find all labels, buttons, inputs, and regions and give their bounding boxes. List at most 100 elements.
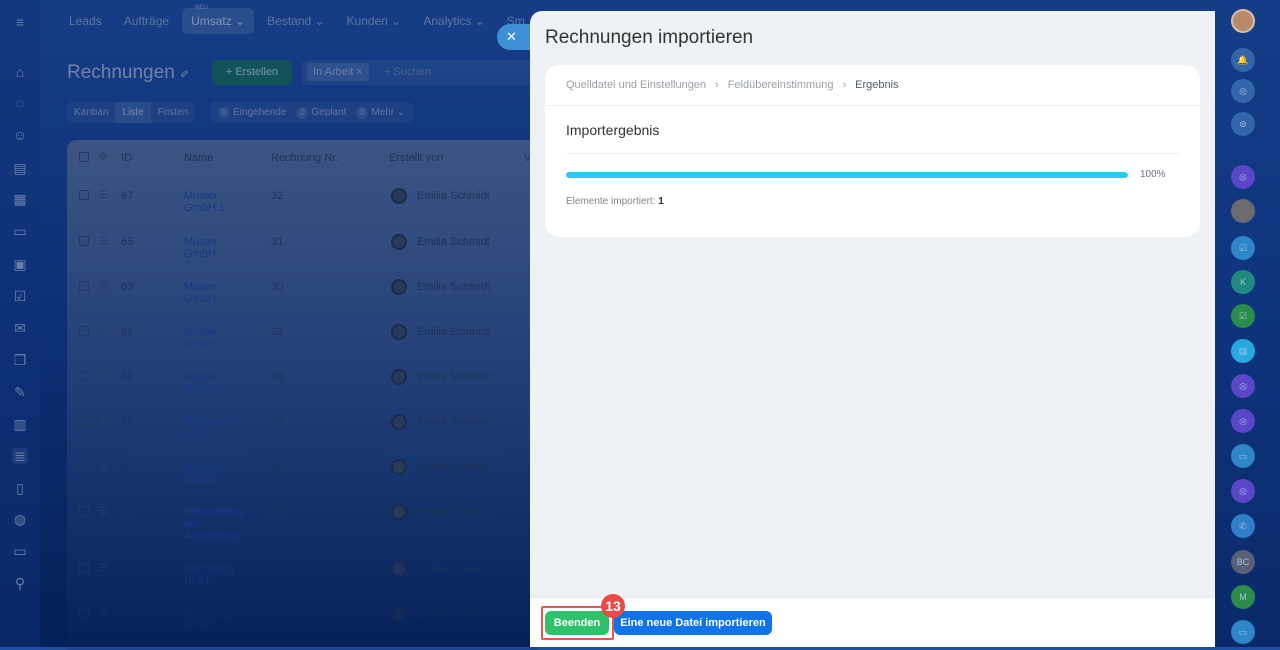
row-checkbox[interactable] <box>79 281 89 291</box>
drag-handle-icon[interactable]: ☰ <box>99 461 108 472</box>
sitemap-icon[interactable]: ⚲ <box>12 575 28 591</box>
chat-icon[interactable]: ❐ <box>12 352 28 368</box>
row-name-link[interactable]: Muster GmbH <box>184 236 244 260</box>
col-nr[interactable]: Rechnung Nr. <box>271 152 338 164</box>
drag-handle-icon[interactable]: ☰ <box>99 608 108 619</box>
task-chat-icon[interactable]: ☑ <box>1231 304 1255 328</box>
openline-icon[interactable]: ◎ <box>1231 374 1255 398</box>
create-button[interactable]: + Erstellen <box>212 60 292 85</box>
nav-kunden[interactable]: Kunden ⌄ <box>338 8 411 34</box>
row-name-link[interactable]: Rechnung Nr.43 <box>184 608 244 632</box>
openline-icon[interactable]: ◎ <box>1231 409 1255 433</box>
user-avatar[interactable] <box>1231 9 1255 33</box>
contact-k[interactable]: K <box>1231 270 1255 294</box>
store-icon[interactable]: ▥ <box>12 416 28 432</box>
drag-handle-icon[interactable]: ☰ <box>99 563 108 574</box>
drag-handle-icon[interactable]: ☰ <box>99 190 108 201</box>
support-icon[interactable]: ◍ <box>12 511 28 527</box>
mail-icon[interactable]: ✉ <box>12 320 28 336</box>
row-created-by[interactable]: Emilia Schmidt <box>417 608 490 620</box>
nav-umsatz[interactable]: NEU Umsatz ⌄ <box>182 5 255 34</box>
settings-icon[interactable]: ⚙ <box>99 152 108 163</box>
row-created-by[interactable]: Emilia Schmidt <box>417 281 490 293</box>
contacts-icon[interactable]: ☺ <box>12 127 28 143</box>
row-created-by[interactable]: Emilia Schmidt <box>417 236 490 248</box>
row-checkbox[interactable] <box>79 563 89 573</box>
row-checkbox[interactable] <box>79 371 89 381</box>
row-name-link[interactable]: Rechnung Nr.47 <box>184 563 244 587</box>
row-name-link[interactable]: Muster GmbH <box>184 371 244 395</box>
drag-handle-icon[interactable]: ☰ <box>99 326 108 337</box>
payment-icon[interactable]: ▭ <box>12 543 28 559</box>
import-new-file-button[interactable]: Eine neue Datei importieren <box>614 611 772 635</box>
nav-bestand[interactable]: Bestand ⌄ <box>258 8 333 34</box>
nav-analytics[interactable]: Analytics ⌄ <box>414 8 493 34</box>
row-name-link[interactable]: Rechnung Nr.57 <box>184 416 244 440</box>
row-created-by[interactable]: Emilia Schmidt <box>417 326 490 338</box>
row-created-by[interactable]: Emilia Schmidt <box>417 371 490 383</box>
task-chat-icon[interactable]: ☑ <box>1231 236 1255 260</box>
contact-avatar[interactable] <box>1231 199 1255 223</box>
nav-leads[interactable]: Leads <box>60 8 111 34</box>
contact-bc[interactable]: BC <box>1231 550 1255 574</box>
bell-icon[interactable]: 🔔 <box>1231 48 1255 72</box>
col-id[interactable]: ID <box>121 152 132 164</box>
row-name-link[interactable]: Muster GmbH <box>184 281 244 305</box>
drag-handle-icon[interactable]: ☰ <box>99 506 108 517</box>
file-icon[interactable]: ▯ <box>12 480 28 496</box>
tasks-icon[interactable]: ☑ <box>12 288 28 304</box>
drag-handle-icon[interactable]: ☰ <box>99 371 108 382</box>
row-name-link[interactable]: Muster GmbH <box>184 461 244 485</box>
filter-chip[interactable]: In Arbeit × <box>307 63 369 81</box>
chat-search-icon[interactable]: ⊜ <box>1231 112 1255 136</box>
row-created-by[interactable]: Emilia Schmidt <box>417 461 490 473</box>
row-name-link[interactable]: Beschaffung der Ausrüstung <box>184 506 245 542</box>
select-all-checkbox[interactable] <box>79 152 89 162</box>
counter-eingehende[interactable]: 0 Eingehende <box>218 106 286 119</box>
col-name[interactable]: Name <box>184 152 213 164</box>
row-checkbox[interactable] <box>79 236 89 246</box>
pin-icon[interactable]: ✐ <box>180 69 189 81</box>
sign-icon[interactable]: ✎ <box>12 384 28 400</box>
search-input[interactable]: In Arbeit × + Suchen <box>302 60 532 85</box>
card-icon[interactable]: ▭ <box>12 223 28 239</box>
contact-m[interactable]: M <box>1231 585 1255 609</box>
copilot-icon[interactable]: ◎ <box>1231 79 1255 103</box>
row-created-by[interactable]: Emilia Schmidt <box>417 416 490 428</box>
drag-handle-icon[interactable]: ☰ <box>99 281 108 292</box>
openline-icon[interactable]: ◎ <box>1231 165 1255 189</box>
row-name-link[interactable]: Muster GmbH 1 <box>184 190 244 214</box>
drag-handle-icon[interactable]: ☰ <box>99 236 108 247</box>
row-name-link[interactable]: Muster GmbH <box>184 326 244 350</box>
drag-handle-icon[interactable]: ☰ <box>99 416 108 427</box>
openline-icon[interactable]: ◎ <box>1231 479 1255 503</box>
row-checkbox[interactable] <box>79 506 89 516</box>
messages-icon[interactable]: ▤ <box>1231 339 1255 363</box>
row-created-by[interactable]: Emilia Schmidt <box>417 190 490 202</box>
calendar-icon[interactable]: ▦ <box>12 191 28 207</box>
row-created-by[interactable]: Emilia Schmidt <box>417 506 490 518</box>
phone-icon[interactable]: ✆ <box>1231 514 1255 538</box>
row-checkbox[interactable] <box>79 416 89 426</box>
menu-icon[interactable]: ≡ <box>12 14 28 30</box>
monitor-icon[interactable]: ▣ <box>12 256 28 272</box>
contact-card-icon[interactable]: ▭ <box>1231 620 1255 644</box>
nav-auftraege[interactable]: Aufträge <box>115 8 178 34</box>
row-checkbox[interactable] <box>79 608 89 618</box>
col-created-by[interactable]: Erstellt von <box>389 152 443 164</box>
counter-geplant[interactable]: 0 Geplant <box>296 106 346 119</box>
filter-icon[interactable]: ≣ <box>12 448 28 464</box>
tab-fristen[interactable]: Fristen <box>151 102 196 123</box>
home-icon[interactable]: ⌂ <box>12 64 28 80</box>
finish-button[interactable]: Beenden <box>545 611 609 635</box>
row-checkbox[interactable] <box>79 326 89 336</box>
row-created-by[interactable]: Emilia Schmidt <box>417 563 490 575</box>
row-checkbox[interactable] <box>79 190 89 200</box>
counter-mehr[interactable]: 0 Mehr ⌄ <box>356 106 405 119</box>
tab-kanban[interactable]: Kanban <box>67 102 115 123</box>
row-checkbox[interactable] <box>79 461 89 471</box>
tab-liste[interactable]: Liste <box>115 102 151 123</box>
contact-card-icon[interactable]: ▭ <box>1231 444 1255 468</box>
crm-icon[interactable]: ◌ <box>12 95 28 111</box>
documents-icon[interactable]: ▤ <box>12 160 28 176</box>
